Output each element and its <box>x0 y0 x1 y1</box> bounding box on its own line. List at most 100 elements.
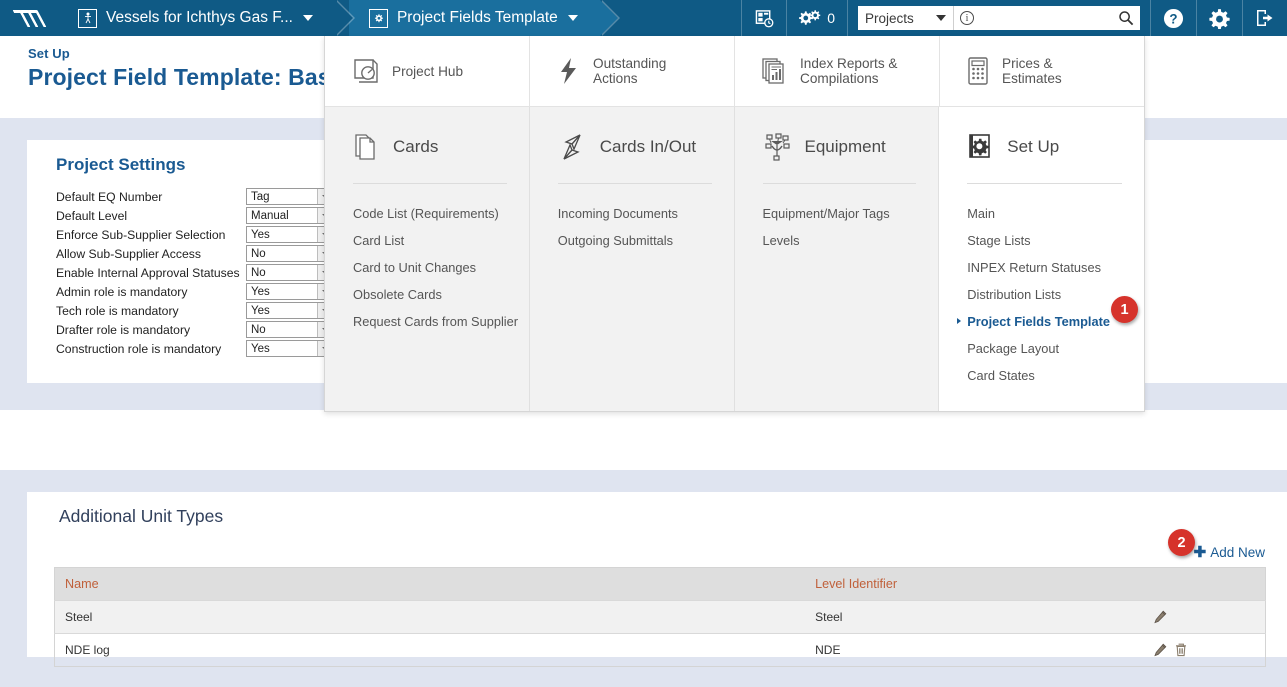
table-row[interactable]: Steel Steel <box>54 600 1266 634</box>
info-circle-icon[interactable]: i <box>960 11 974 25</box>
column-items-cards: Code List (Requirements) Card List Card … <box>325 184 529 335</box>
field-label: Drafter role is mandatory <box>56 322 191 337</box>
label-line-2: Estimates <box>1002 71 1062 86</box>
field-label: Enable Internal Approval Statuses <box>56 265 240 280</box>
label-line-2: Compilations <box>800 71 879 86</box>
row-action-icons <box>1135 643 1265 657</box>
column-header-name[interactable]: Name <box>54 567 806 601</box>
select-value: No <box>251 247 266 260</box>
calculator-icon <box>966 56 991 86</box>
column-heading-label: Cards <box>393 137 439 156</box>
menu-item-card-states[interactable]: Card States <box>967 362 1144 389</box>
select-value: Yes <box>251 342 270 355</box>
settings-count: 0 <box>827 10 835 26</box>
help-button[interactable]: ? <box>1151 0 1196 36</box>
menu-item-outgoing-submittals[interactable]: Outgoing Submittals <box>558 227 734 254</box>
column-items-cards-in-out: Incoming Documents Outgoing Submittals <box>530 184 734 254</box>
column-heading-cards-in-out[interactable]: Cards In/Out <box>530 125 734 169</box>
menu-item-levels[interactable]: Levels <box>763 227 939 254</box>
mega-menu-top-item-outstanding-actions[interactable]: Outstanding Actions <box>530 35 735 107</box>
construction-role-mandatory-select[interactable]: Yes <box>246 340 334 357</box>
search-icon[interactable] <box>1118 10 1134 26</box>
label-line-2: Actions <box>593 71 638 86</box>
nav-tab-project-fields-template-label: Project Fields Template <box>396 9 558 26</box>
add-new-label: Add New <box>1210 544 1265 560</box>
project-scope-select[interactable]: Projects <box>858 6 953 30</box>
column-heading-equipment[interactable]: Equipment <box>735 125 939 169</box>
person-box-icon <box>78 8 97 28</box>
nav-tab-project-fields-template[interactable]: Project Fields Template <box>348 0 620 36</box>
divider <box>847 0 848 36</box>
menu-item-equipment-major-tags[interactable]: Equipment/Major Tags <box>763 200 939 227</box>
menu-item-obsolete-cards[interactable]: Obsolete Cards <box>353 281 529 308</box>
select-value: Yes <box>251 304 270 317</box>
mega-menu-top-item-label: Index Reports & Compilations <box>800 56 897 86</box>
column-heading-label: Set Up <box>1007 137 1060 156</box>
menu-item-inpex-return-statuses[interactable]: INPEX Return Statuses <box>967 254 1144 281</box>
global-settings-button[interactable] <box>1197 0 1242 36</box>
add-new-button[interactable]: ✚ Add New <box>1194 543 1265 561</box>
enforce-sub-supplier-selection-select[interactable]: Yes <box>246 226 334 243</box>
drafter-role-mandatory-select[interactable]: No <box>246 321 334 338</box>
admin-role-mandatory-select[interactable]: Yes <box>246 283 334 300</box>
settings-row: Drafter role is mandatory No <box>56 320 336 339</box>
select-value: Yes <box>251 285 270 298</box>
svg-text:?: ? <box>1169 11 1177 26</box>
field-label: Tech role is mandatory <box>56 303 179 318</box>
mega-menu-top-item-index-reports[interactable]: Index Reports & Compilations <box>735 35 940 107</box>
main-menu-button[interactable] <box>0 0 71 36</box>
edit-icon[interactable] <box>1153 610 1167 624</box>
menu-item-request-cards-from-supplier[interactable]: Request Cards from Supplier <box>353 308 529 335</box>
field-label: Allow Sub-Supplier Access <box>56 246 201 261</box>
project-scope-value: Projects <box>865 10 914 26</box>
edit-icon[interactable] <box>1153 643 1167 657</box>
settings-gears-button[interactable]: 0 <box>787 0 847 36</box>
menu-item-code-list[interactable]: Code List (Requirements) <box>353 200 529 227</box>
select-value: Yes <box>251 228 270 241</box>
row-action-icons <box>1135 610 1265 624</box>
menu-item-card-to-unit-changes[interactable]: Card to Unit Changes <box>353 254 529 281</box>
menu-item-main[interactable]: Main <box>967 200 1144 227</box>
chevron-down-icon[interactable] <box>567 15 578 21</box>
settings-row: Enable Internal Approval Statuses No <box>56 263 336 282</box>
nav-tab-project[interactable]: Vessels for Ichthys Gas F... <box>58 0 355 36</box>
mega-menu-top-row: Project Hub Outstanding Actions Index Re… <box>325 35 1144 107</box>
settings-row: Admin role is mandatory Yes <box>56 282 336 301</box>
mega-menu-top-item-prices-estimates[interactable]: Prices & Estimates <box>940 36 1144 107</box>
allow-sub-supplier-access-select[interactable]: No <box>246 245 334 262</box>
field-label: Default EQ Number <box>56 189 163 204</box>
column-heading-set-up[interactable]: Set Up <box>939 125 1144 169</box>
nav-tab-pft-edge <box>599 0 618 36</box>
nav-tab-project-edge <box>334 0 353 36</box>
settings-row: Default Level Manual <box>56 206 336 225</box>
unit-types-table: Name Level Identifier Steel Steel NDE lo… <box>54 567 1266 667</box>
default-eq-number-select[interactable]: Tag <box>246 188 334 205</box>
label-line-1: Index Reports & <box>800 56 898 71</box>
delete-icon[interactable] <box>1174 643 1188 657</box>
menu-item-card-list[interactable]: Card List <box>353 227 529 254</box>
table-row[interactable]: NDE log NDE <box>54 633 1266 667</box>
default-level-select[interactable]: Manual <box>246 207 334 224</box>
column-items-set-up: Main Stage Lists INPEX Return Statuses D… <box>939 184 1144 389</box>
mega-menu-column-set-up: Set Up Main Stage Lists INPEX Return Sta… <box>939 107 1144 411</box>
logout-button[interactable] <box>1243 0 1287 36</box>
equipment-nodes-icon <box>763 132 793 162</box>
mega-menu-columns: Cards Code List (Requirements) Card List… <box>325 107 1144 411</box>
chevron-down-icon[interactable] <box>302 15 313 21</box>
add-new-row: ✚ Add New <box>27 543 1265 561</box>
menu-item-stage-lists[interactable]: Stage Lists <box>967 227 1144 254</box>
mega-menu-top-item-project-hub[interactable]: Project Hub <box>325 35 530 107</box>
menu-item-package-layout[interactable]: Package Layout <box>967 335 1144 362</box>
menu-item-incoming-documents[interactable]: Incoming Documents <box>558 200 734 227</box>
search-box[interactable]: i <box>953 6 1140 30</box>
mega-menu-top-item-label: Outstanding Actions <box>593 56 666 86</box>
hamburger-edge <box>58 0 71 36</box>
enable-internal-approval-statuses-select[interactable]: No <box>246 264 334 281</box>
column-heading-cards[interactable]: Cards <box>325 125 529 169</box>
reports-button[interactable] <box>742 0 786 36</box>
column-header-level-identifier[interactable]: Level Identifier <box>805 567 1126 601</box>
top-bar-right: 0 Projects i ? <box>741 0 1287 36</box>
chevron-down-icon <box>936 15 946 21</box>
logout-icon <box>1255 8 1275 28</box>
tech-role-mandatory-select[interactable]: Yes <box>246 302 334 319</box>
